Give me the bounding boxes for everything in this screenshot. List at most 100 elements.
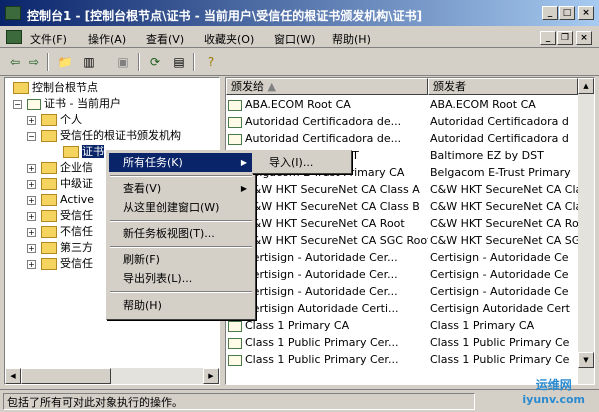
scroll-down-icon[interactable]: ▼ bbox=[578, 352, 594, 368]
export-icon[interactable]: ▤ bbox=[170, 53, 188, 71]
cell-issued-by: Autoridad Certificadora d bbox=[430, 115, 569, 128]
menu-item-help[interactable]: 帮助(H) bbox=[109, 296, 253, 315]
cell-issued-to: Class 1 Primary CA bbox=[228, 317, 428, 334]
context-menu: 所有任务(K) ▶ 查看(V) ▶ 从这里创建窗口(W) 新任务板视图(T)... … bbox=[106, 150, 256, 320]
cell-issued-to: C&W HKT SecureNet CA Class A bbox=[228, 181, 428, 198]
back-icon[interactable]: ⇦ bbox=[6, 53, 24, 71]
table-row[interactable]: Certisign - Autoridade Cer... Certisign -… bbox=[226, 249, 578, 266]
tree-item-enterprise-trust[interactable]: 企业信 bbox=[41, 160, 93, 176]
table-row[interactable]: C&W HKT SecureNet CA Class A C&W HKT Secu… bbox=[226, 181, 580, 198]
cell-issued-by: Certisign - Autoridade Ce bbox=[430, 268, 569, 281]
menu-separator bbox=[110, 291, 252, 293]
scroll-thumb[interactable] bbox=[21, 368, 111, 384]
inner-close-button[interactable]: × bbox=[576, 31, 592, 45]
tree-item-third-party[interactable]: 第三方 bbox=[41, 240, 93, 256]
table-row[interactable]: ABA.ECOM Root CA ABA.ECOM Root CA bbox=[226, 96, 578, 113]
column-header-issued-to[interactable]: 颁发给 ▲ bbox=[226, 78, 428, 95]
table-row[interactable]: C&W HKT SecureNet CA Root C&W HKT SecureN… bbox=[226, 215, 580, 232]
tree-item-console-root[interactable]: 控制台根节点 bbox=[13, 80, 98, 96]
tree-item-trusted-people[interactable]: 受信任 bbox=[41, 256, 93, 272]
expand-icon[interactable]: + bbox=[27, 164, 36, 173]
help-icon[interactable]: ? bbox=[202, 53, 220, 71]
menu-file[interactable]: 文件(F) bbox=[30, 31, 67, 47]
inner-minimize-button[interactable]: _ bbox=[540, 31, 556, 45]
expand-icon[interactable]: + bbox=[27, 228, 36, 237]
expand-icon[interactable]: + bbox=[27, 244, 36, 253]
column-header-issued-by[interactable]: 颁发者 bbox=[428, 78, 578, 95]
window-title: 控制台1 - [控制台根节点\证书 - 当前用户\受信任的根证书颁发机构\证书] bbox=[27, 9, 423, 23]
menu-item-view[interactable]: 查看(V) ▶ bbox=[109, 179, 253, 198]
menu-window[interactable]: 窗口(W) bbox=[274, 31, 315, 47]
inner-restore-button[interactable]: ❐ bbox=[557, 31, 573, 45]
minimize-button[interactable]: _ bbox=[542, 6, 558, 20]
tree-item-trusted-root[interactable]: 受信任的根证书颁发机构 bbox=[41, 128, 181, 144]
forward-icon[interactable]: ⇨ bbox=[25, 53, 43, 71]
collapse-icon[interactable]: − bbox=[13, 100, 22, 109]
menu-favorites[interactable]: 收藏夹(O) bbox=[204, 31, 254, 47]
certificate-icon bbox=[228, 133, 242, 145]
list-vscrollbar[interactable]: ▲ ▼ bbox=[578, 78, 594, 384]
cell-issued-to: C&W HKT SecureNet CA Root bbox=[228, 215, 428, 232]
cell-issued-to: Class 1 Public Primary Cer... bbox=[228, 334, 428, 351]
menu-item-refresh[interactable]: 刷新(F) bbox=[109, 250, 253, 269]
tree-hscrollbar[interactable]: ◀ ▶ bbox=[5, 368, 219, 384]
certificate-list: 颁发给 ▲ 颁发者 ABA.ECOM Root CA ABA.ECOM Root … bbox=[225, 77, 595, 385]
tree-item-certificates-user[interactable]: 证书 - 当前用户 bbox=[27, 96, 121, 112]
table-row[interactable]: Certisign Autoridade Certi... Certisign A… bbox=[226, 300, 578, 317]
table-row[interactable]: Certisign - Autoridade Cer... Certisign -… bbox=[226, 266, 578, 283]
cell-issued-by: C&W HKT SecureNet CA SGC bbox=[430, 234, 580, 247]
menu-item-all-tasks[interactable]: 所有任务(K) ▶ bbox=[109, 153, 253, 172]
table-row[interactable]: Class 1 Public Primary Cer... Class 1 Pub… bbox=[226, 334, 578, 351]
menu-item-import[interactable]: 导入(I)... bbox=[255, 153, 349, 172]
menu-separator bbox=[110, 246, 252, 248]
tree-item-personal[interactable]: 个人 bbox=[41, 112, 82, 128]
tree-item-active-directory[interactable]: Active bbox=[41, 192, 94, 208]
table-row[interactable]: C&W HKT SecureNet CA Class B C&W HKT Secu… bbox=[226, 198, 580, 215]
watermark-brand: 运维网 bbox=[535, 378, 572, 392]
table-row[interactable]: C&W HKT SecureNet CA SGC Root C&W HKT Sec… bbox=[226, 232, 580, 249]
expand-icon[interactable]: + bbox=[27, 196, 36, 205]
menu-view[interactable]: 查看(V) bbox=[146, 31, 184, 47]
menu-separator bbox=[110, 175, 252, 177]
refresh-icon[interactable]: ⟳ bbox=[146, 53, 164, 71]
table-row[interactable]: Class 1 Primary CA Class 1 Primary CA bbox=[226, 317, 578, 334]
delete-icon[interactable]: ▣ bbox=[114, 53, 132, 71]
tree-item-certificates[interactable]: 证书 bbox=[63, 144, 104, 160]
collapse-icon[interactable]: − bbox=[27, 132, 36, 141]
scroll-left-icon[interactable]: ◀ bbox=[5, 368, 21, 384]
cell-issued-to: Certisign Autoridade Certi... bbox=[228, 300, 428, 317]
menu-item-export-list[interactable]: 导出列表(L)... bbox=[109, 269, 253, 288]
close-button[interactable]: × bbox=[578, 6, 594, 20]
scroll-up-icon[interactable]: ▲ bbox=[578, 78, 594, 94]
maximize-button[interactable]: □ bbox=[559, 6, 575, 20]
table-row[interactable]: Class 1 Public Primary Cer... Class 1 Pub… bbox=[226, 351, 578, 368]
menu-help[interactable]: 帮助(H) bbox=[332, 31, 371, 47]
expand-icon[interactable]: + bbox=[27, 180, 36, 189]
scroll-right-icon[interactable]: ▶ bbox=[203, 368, 219, 384]
expand-icon[interactable]: + bbox=[27, 260, 36, 269]
up-folder-icon[interactable]: 📁 bbox=[56, 53, 74, 71]
cell-issued-by: C&W HKT SecureNet CA Root bbox=[430, 217, 580, 230]
table-row[interactable]: Autoridad Certificadora de... Autoridad C… bbox=[226, 130, 578, 147]
tree-item-untrusted[interactable]: 不信任 bbox=[41, 224, 93, 240]
certificate-icon bbox=[228, 354, 242, 366]
expand-icon[interactable]: + bbox=[27, 212, 36, 221]
submenu: 导入(I)... bbox=[252, 150, 352, 174]
tree-item-intermediate[interactable]: 中级证 bbox=[41, 176, 93, 192]
console-doc-icon[interactable] bbox=[6, 30, 22, 44]
table-row[interactable]: Autoridad Certificadora de... Autoridad C… bbox=[226, 113, 578, 130]
title-bar: 控制台1 - [控制台根节点\证书 - 当前用户\受信任的根证书颁发机构\证书]… bbox=[0, 0, 599, 26]
status-text: 包括了所有可对此对象执行的操作。 bbox=[3, 393, 475, 410]
cell-issued-to: Certisign - Autoridade Cer... bbox=[228, 249, 428, 266]
cell-issued-to: Class 1 Public Primary Cer... bbox=[228, 351, 428, 368]
menu-action[interactable]: 操作(A) bbox=[88, 31, 126, 47]
expand-icon[interactable]: + bbox=[27, 116, 36, 125]
cell-issued-to: C&W HKT SecureNet CA SGC Root bbox=[228, 232, 428, 249]
menu-item-new-taskpad[interactable]: 新任务板视图(T)... bbox=[109, 224, 253, 243]
tree-item-trusted-publishers[interactable]: 受信任 bbox=[41, 208, 93, 224]
cell-issued-by: Certisign Autoridade Cert bbox=[430, 302, 570, 315]
cell-issued-to: Certisign - Autoridade Cer... bbox=[228, 266, 428, 283]
show-tree-icon[interactable]: ▥ bbox=[80, 53, 98, 71]
table-row[interactable]: Certisign - Autoridade Cer... Certisign -… bbox=[226, 283, 578, 300]
menu-item-new-window[interactable]: 从这里创建窗口(W) bbox=[109, 198, 253, 217]
